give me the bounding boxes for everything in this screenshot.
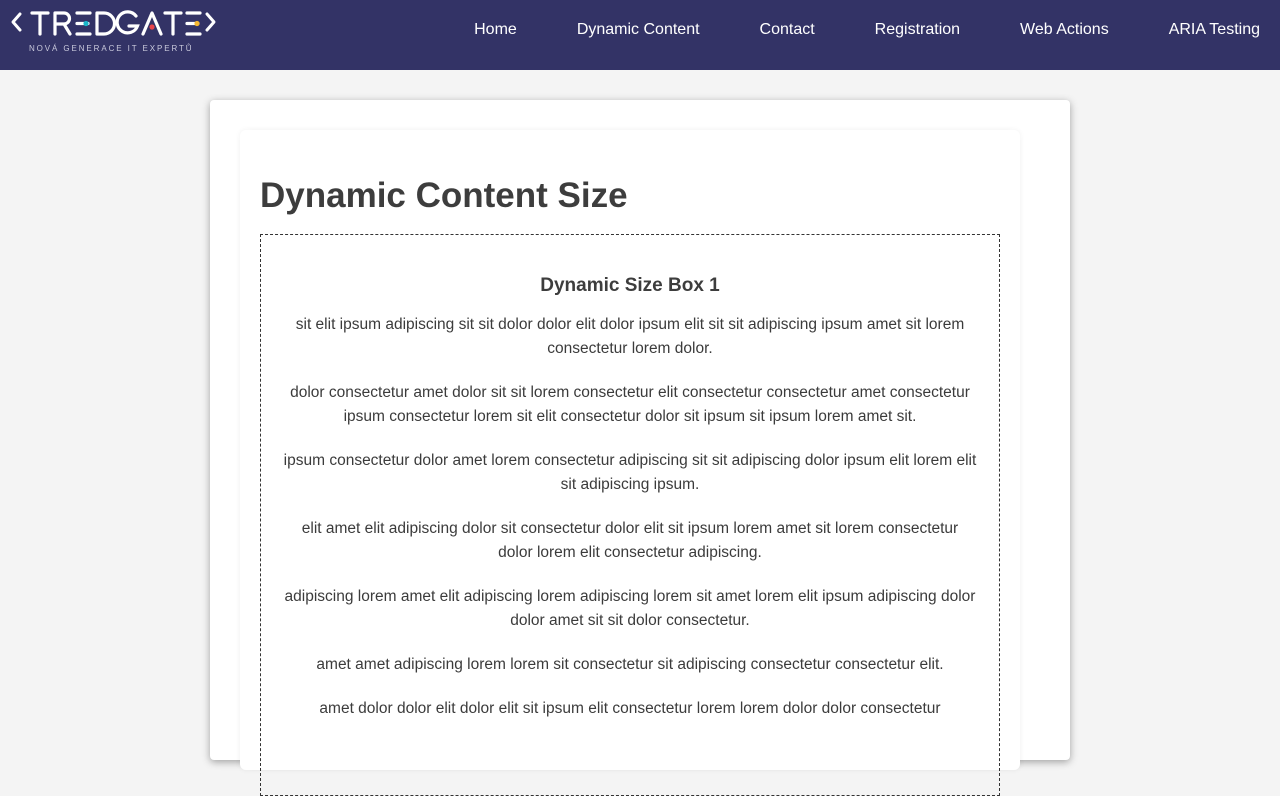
box-paragraph: sit elit ipsum adipiscing sit sit dolor … <box>295 316 965 357</box>
dynamic-size-box-text: sit elit ipsum adipiscing sit sit dolor … <box>283 313 977 741</box>
page-title: Dynamic Content Size <box>260 176 628 215</box>
box-paragraph: adipiscing lorem amet elit adipiscing lo… <box>284 588 976 629</box>
logo-tagline: NOVÁ GENERACE IT EXPERTŮ <box>29 44 194 53</box>
box-paragraph: amet amet adipiscing lorem lorem sit con… <box>316 656 944 673</box>
nav-link-contact[interactable]: Contact <box>760 21 815 39</box>
box-paragraph: ipsum consectetur dolor amet lorem conse… <box>283 452 977 493</box>
tredgate-logo-mark <box>11 10 216 36</box>
box-paragraph: dolor consectetur amet dolor sit sit lor… <box>290 384 970 425</box>
dynamic-size-box: Dynamic Size Box 1 sit elit ipsum adipis… <box>260 234 1000 796</box>
top-navigation-bar: NOVÁ GENERACE IT EXPERTŮ Home Dynamic Co… <box>0 0 1280 70</box>
dynamic-size-box-title: Dynamic Size Box 1 <box>540 275 720 296</box>
main-nav: Home Dynamic Content Contact Registratio… <box>474 0 1260 60</box>
nav-link-dynamic-content[interactable]: Dynamic Content <box>577 21 700 39</box>
content-card: Dynamic Content Size Dynamic Size Box 1 … <box>210 100 1070 796</box>
nav-link-home[interactable]: Home <box>474 21 517 39</box>
nav-link-web-actions[interactable]: Web Actions <box>1020 21 1109 39</box>
tredgate-logo[interactable]: NOVÁ GENERACE IT EXPERTŮ <box>10 8 220 56</box>
inner-content-card: Dynamic Content Size Dynamic Size Box 1 … <box>240 130 1020 796</box>
nav-link-registration[interactable]: Registration <box>875 21 960 39</box>
nav-link-aria-testing[interactable]: ARIA Testing <box>1169 21 1260 39</box>
box-paragraph: amet dolor dolor elit dolor elit sit ips… <box>319 700 941 717</box>
box-paragraph: elit amet elit adipiscing dolor sit cons… <box>301 520 959 561</box>
